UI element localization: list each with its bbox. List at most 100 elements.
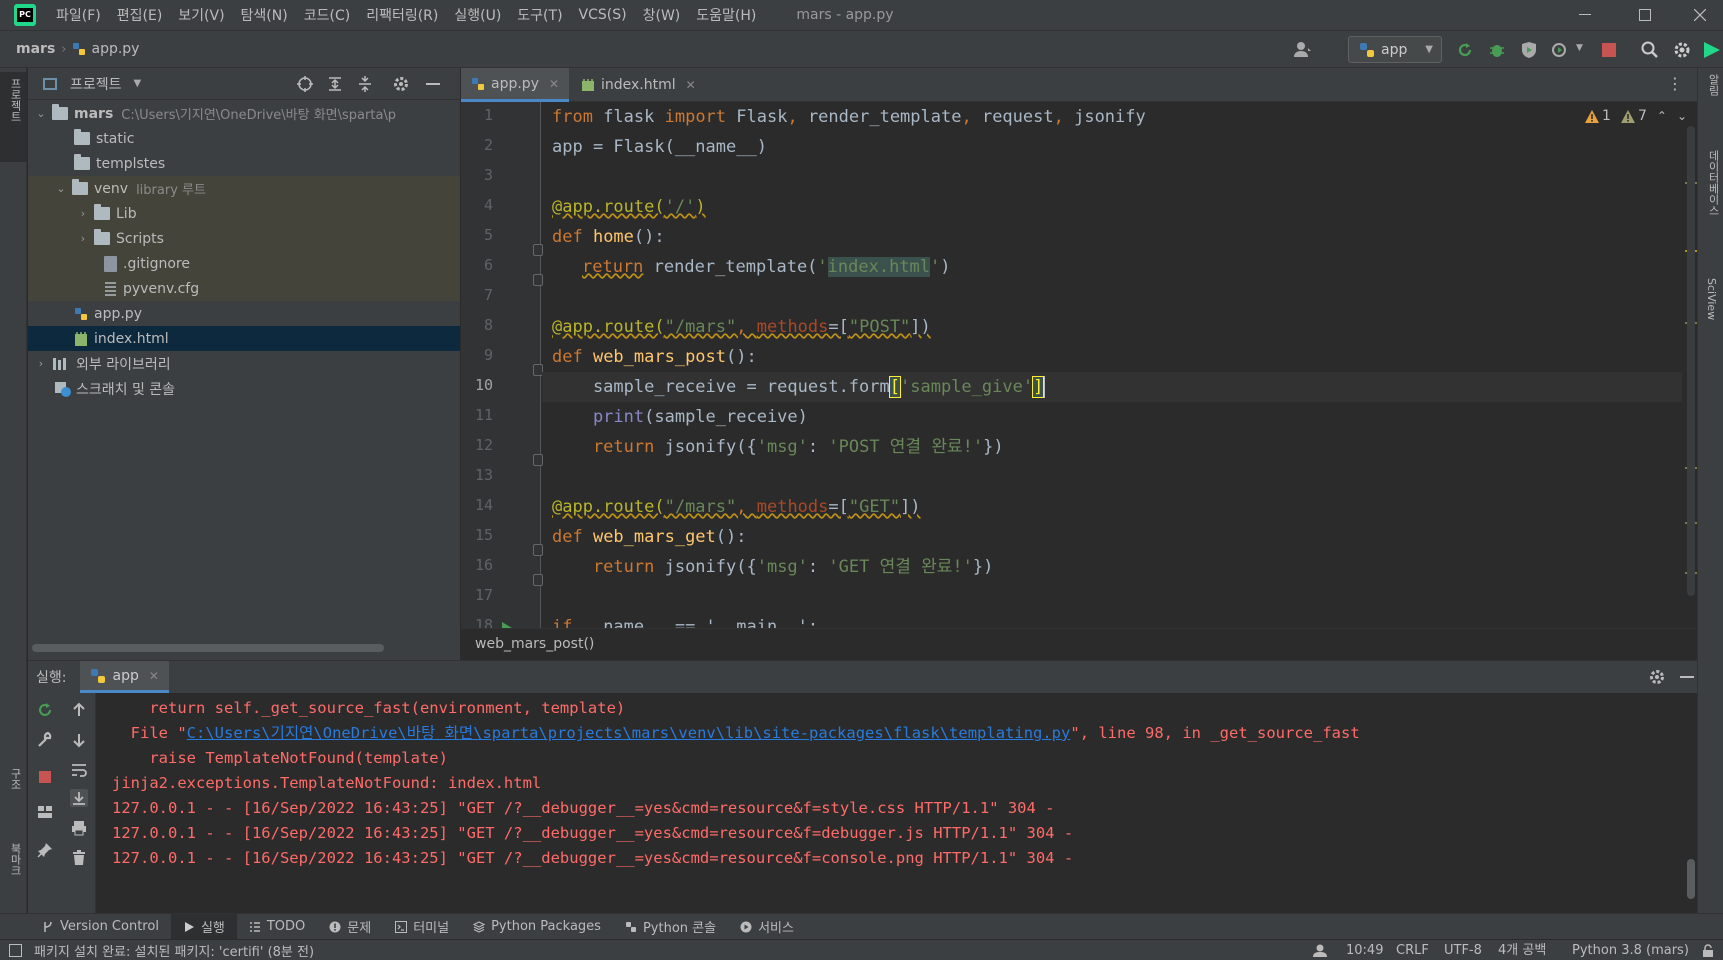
structure-stripe-label[interactable]: 구조 — [7, 768, 23, 790]
sciview-stripe-label[interactable]: SciView — [1705, 278, 1718, 320]
menu-vcs[interactable]: VCS(S) — [579, 7, 627, 23]
jetbrains-toolbox-icon[interactable] — [1702, 40, 1722, 60]
run-tab-app[interactable]: app ✕ — [80, 661, 169, 693]
project-stripe-button[interactable]: 프로젝트 — [0, 72, 27, 162]
scroll-to-end-icon[interactable] — [70, 789, 88, 807]
chevron-right-icon[interactable]: › — [76, 232, 90, 245]
trash-icon[interactable] — [70, 849, 88, 867]
lock-icon[interactable] — [1702, 944, 1714, 960]
soft-wrap-icon[interactable] — [70, 761, 88, 779]
tab-actions-icon[interactable]: ⋮ — [1667, 74, 1683, 93]
tab-index-html[interactable]: index.html ✕ — [571, 68, 706, 102]
tool-version-control[interactable]: Version Control — [30, 914, 171, 940]
inspection-widget[interactable]: 1 7 ⌃ ⌄ — [1585, 108, 1687, 124]
hide-panel-icon[interactable] — [424, 75, 442, 93]
menu-run[interactable]: 실행(U) — [454, 5, 501, 25]
project-panel-title[interactable]: 프로젝트 — [70, 74, 122, 94]
menu-edit[interactable]: 편집(E) — [117, 5, 163, 25]
project-view-chevron-icon[interactable]: ▼ — [134, 78, 142, 89]
previous-highlight-icon[interactable]: ⌃ — [1657, 109, 1667, 123]
tool-run[interactable]: 실행 — [170, 913, 237, 940]
menu-view[interactable]: 보기(V) — [178, 5, 224, 25]
expand-all-icon[interactable] — [326, 75, 344, 93]
indent-setting[interactable]: 4개 공백 — [1498, 940, 1546, 960]
code-breadcrumb[interactable]: web_mars_post() — [475, 636, 594, 652]
stop-icon[interactable] — [36, 768, 54, 786]
hide-panel-icon[interactable] — [1678, 668, 1696, 686]
tree-item-templates[interactable]: templstes — [28, 151, 460, 176]
locate-file-icon[interactable] — [296, 75, 314, 93]
debug-icon[interactable] — [1487, 40, 1507, 60]
pin-icon[interactable] — [36, 841, 54, 859]
collapse-all-icon[interactable] — [356, 75, 374, 93]
database-stripe-label[interactable]: 데이터베이스 — [1705, 150, 1721, 216]
close-window-button[interactable] — [1672, 0, 1723, 30]
gear-icon[interactable] — [1672, 40, 1692, 60]
tool-problems[interactable]: 문제 — [317, 914, 383, 940]
search-icon[interactable] — [1640, 40, 1660, 60]
tree-item-pyvenv[interactable]: pyvenv.cfg — [28, 276, 460, 301]
run-console-output[interactable]: return self._get_source_fast(environment… — [96, 693, 1686, 914]
arrow-up-icon[interactable] — [70, 701, 88, 719]
menu-code[interactable]: 코드(C) — [304, 5, 350, 25]
code-area[interactable]: from flask import Flask, render_template… — [542, 102, 1682, 628]
wrench-icon[interactable] — [36, 731, 54, 749]
tool-windows-toggle-icon[interactable] — [9, 944, 22, 957]
menu-navigate[interactable]: 탐색(N) — [241, 5, 288, 25]
project-horizontal-scrollbar[interactable] — [32, 644, 384, 652]
tree-item-gitignore[interactable]: .gitignore — [28, 251, 460, 276]
status-message[interactable]: 패키지 설치 완료: 설치된 패키지: 'certifi' (8분 전) — [34, 941, 314, 960]
tab-close-icon[interactable]: ✕ — [149, 669, 159, 683]
tool-services[interactable]: 서비스 — [728, 914, 806, 940]
stop-icon[interactable] — [1599, 40, 1619, 60]
tree-item-external-libraries[interactable]: › 외부 라이브러리 — [28, 351, 460, 376]
user-icon[interactable] — [1293, 40, 1313, 60]
tree-item-root[interactable]: ⌄ mars C:\Users\기지연\OneDrive\바탕 화면\spart… — [28, 101, 460, 126]
breadcrumb-file[interactable]: app.py — [72, 41, 139, 57]
menu-help[interactable]: 도움말(H) — [696, 5, 756, 25]
tab-close-icon[interactable]: ✕ — [549, 77, 559, 91]
notifications-stripe-label[interactable]: 알림 — [1705, 74, 1721, 96]
menu-window[interactable]: 창(W) — [643, 5, 681, 25]
minimize-button[interactable] — [1557, 0, 1613, 30]
tree-item-scratches[interactable]: 스크래치 및 콘솔 — [28, 376, 460, 401]
tool-python-packages[interactable]: Python Packages — [461, 914, 613, 940]
tree-item-scripts[interactable]: › Scripts — [28, 226, 460, 251]
breadcrumb-project[interactable]: mars — [16, 41, 55, 57]
more-run-chevron-icon[interactable]: ▼ — [1576, 43, 1583, 53]
menu-file[interactable]: 파일(F) — [56, 5, 101, 25]
tree-item-index-html[interactable]: index.html — [28, 326, 460, 351]
gear-icon[interactable] — [392, 75, 410, 93]
tool-todo[interactable]: TODO — [237, 914, 317, 940]
coverage-icon[interactable] — [1519, 40, 1539, 60]
layout-icon[interactable] — [36, 803, 54, 821]
console-file-link[interactable]: C:\Users\기지연\OneDrive\바탕 화면\sparta\proje… — [187, 724, 1071, 742]
gear-icon[interactable] — [1648, 668, 1666, 686]
arrow-down-icon[interactable] — [70, 731, 88, 749]
file-encoding[interactable]: UTF-8 — [1444, 940, 1482, 960]
run-config-selector[interactable]: app ▼ — [1348, 36, 1442, 63]
console-vertical-scrollbar[interactable] — [1687, 859, 1695, 899]
tool-python-console[interactable]: Python 콘솔 — [613, 914, 728, 940]
chevron-down-icon[interactable]: ⌄ — [54, 182, 68, 195]
tree-item-app-py[interactable]: app.py — [28, 301, 460, 326]
editor-error-stripe[interactable] — [1683, 102, 1697, 628]
menu-tools[interactable]: 도구(T) — [517, 5, 562, 25]
bookmarks-stripe-label[interactable]: 북마크 — [7, 843, 23, 876]
caret-position[interactable]: 10:49 — [1346, 940, 1383, 960]
editor-vertical-scrollbar[interactable] — [1687, 126, 1695, 596]
warning-count[interactable]: 1 — [1585, 108, 1611, 124]
pycharm-logo-icon[interactable] — [14, 4, 36, 26]
git-user-icon[interactable] — [1312, 943, 1330, 960]
weak-warning-count[interactable]: 7 — [1620, 108, 1647, 124]
line-separator[interactable]: CRLF — [1396, 940, 1429, 960]
tool-terminal[interactable]: 터미널 — [383, 914, 461, 940]
maximize-button[interactable] — [1617, 0, 1673, 30]
python-interpreter[interactable]: Python 3.8 (mars) — [1572, 940, 1689, 960]
menu-refactor[interactable]: 리팩터링(R) — [366, 5, 438, 25]
rerun-icon[interactable] — [36, 701, 54, 719]
tree-item-static[interactable]: static — [28, 126, 460, 151]
print-icon[interactable] — [70, 819, 88, 837]
tree-item-lib[interactable]: › Lib — [28, 201, 460, 226]
tab-app-py[interactable]: app.py ✕ — [461, 68, 570, 102]
